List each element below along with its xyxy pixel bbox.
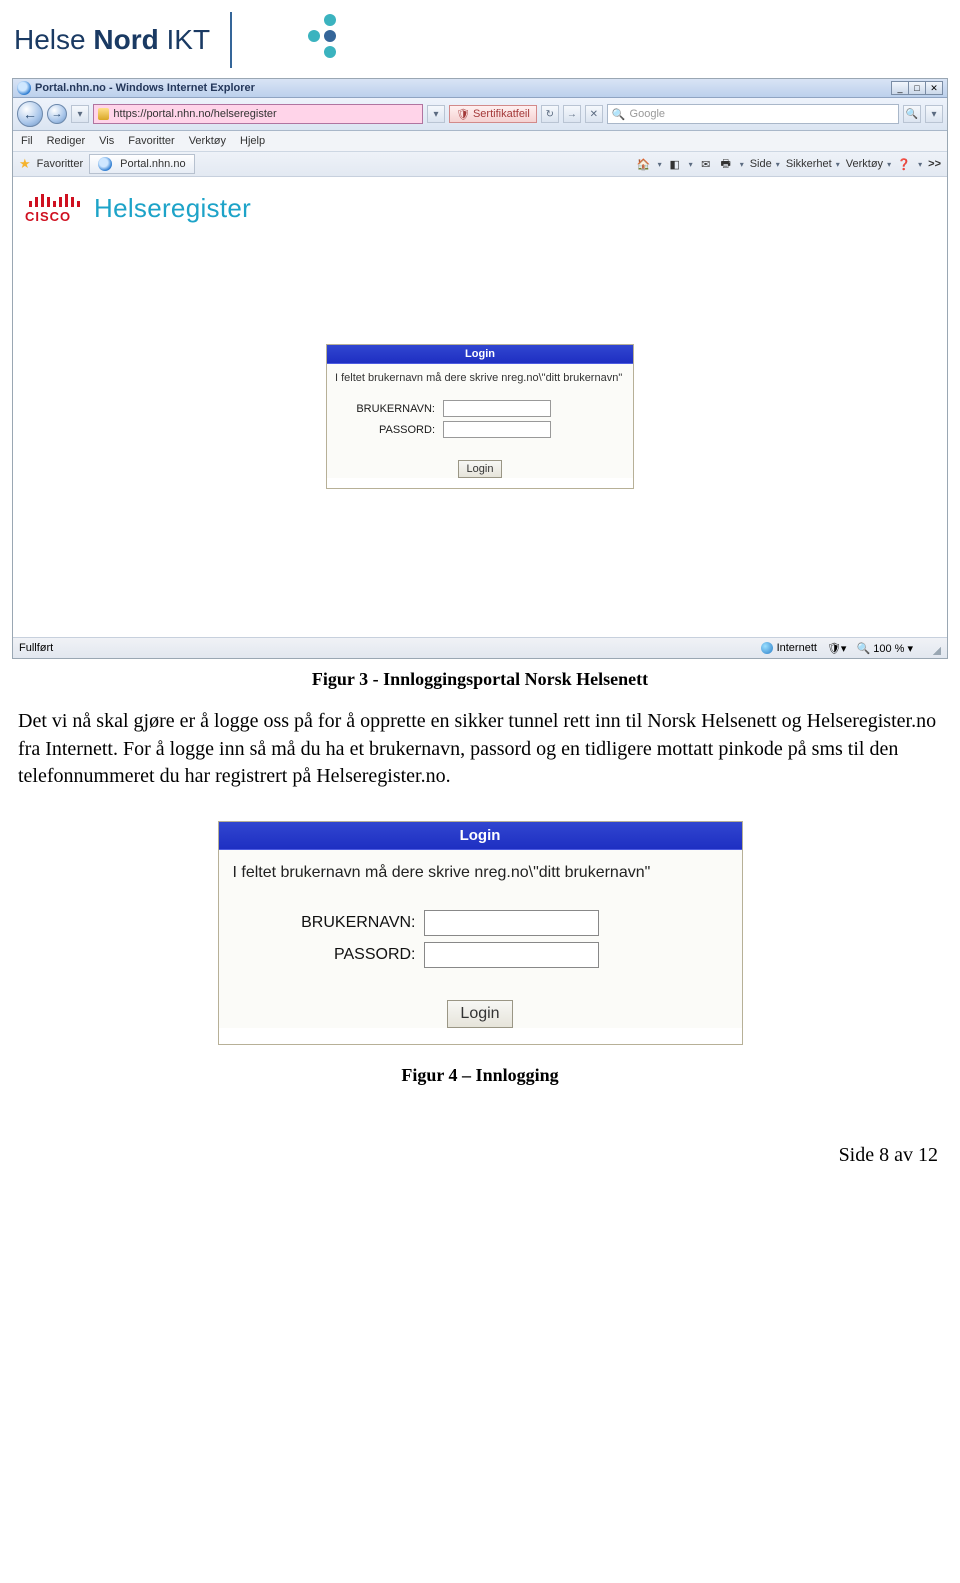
password-label-large: PASSORD: xyxy=(259,946,424,964)
certificate-error-button[interactable]: 🛡 Sertifikatfeil xyxy=(449,105,537,123)
username-label-large: BRUKERNAVN: xyxy=(259,914,424,932)
protected-mode-icon: 🛡▾ xyxy=(827,642,847,655)
brand-logo: Helse Nord IKT xyxy=(14,24,210,56)
menu-bar: Fil Rediger Vis Favoritter Verktøy Hjelp xyxy=(13,131,947,152)
login-title-large: Login xyxy=(219,822,742,850)
search-icon: 🔍 xyxy=(612,108,630,121)
browser-tab[interactable]: Portal.nhn.no xyxy=(89,154,194,174)
maximize-button[interactable]: □ xyxy=(908,81,926,95)
password-input[interactable] xyxy=(443,421,551,438)
minimize-button[interactable]: _ xyxy=(891,81,909,95)
security-zone: Internett xyxy=(761,642,817,654)
feeds-icon[interactable]: ◧ xyxy=(668,157,682,171)
mail-icon[interactable]: ✉ xyxy=(699,157,713,171)
login-title: Login xyxy=(327,345,633,364)
forward-button[interactable]: → xyxy=(47,104,67,124)
search-go-button[interactable]: 🔍 xyxy=(903,105,921,123)
menu-fil[interactable]: Fil xyxy=(21,135,33,147)
zoom-control[interactable]: 🔍 100 % ▾ xyxy=(856,642,913,655)
nav-bar: ← → ▾ ▾ 🛡 Sertifikatfeil ↻ → ✕ 🔍 Google … xyxy=(13,98,947,131)
search-options-button[interactable]: ▾ xyxy=(925,105,943,123)
address-input[interactable] xyxy=(113,108,418,120)
page-content: CISCO Helseregister Login I feltet bruke… xyxy=(13,177,947,637)
zone-label: Internett xyxy=(777,642,817,654)
brand-text-3: IKT xyxy=(159,24,210,55)
certificate-error-label: Sertifikatfeil xyxy=(473,108,530,120)
password-label: PASSORD: xyxy=(347,424,443,436)
brand-text-2: Nord xyxy=(93,24,158,55)
search-box[interactable]: 🔍 Google xyxy=(607,104,899,124)
address-bar[interactable] xyxy=(93,104,423,124)
favorites-bar: ★ Favoritter Portal.nhn.no 🏠▾ ◧▾ ✉ 🖶▾ Si… xyxy=(13,152,947,177)
tab-label: Portal.nhn.no xyxy=(120,158,185,170)
login-button-large[interactable]: Login xyxy=(447,1000,512,1028)
brand-divider xyxy=(230,12,232,68)
figure-3-caption: Figur 3 - Innloggingsportal Norsk Helsen… xyxy=(0,669,960,690)
close-button[interactable]: ✕ xyxy=(925,81,943,95)
page-header: CISCO Helseregister xyxy=(25,193,935,224)
status-text: Fullført xyxy=(19,642,53,654)
document-header: Helse Nord IKT xyxy=(0,0,960,78)
menu-favoritter[interactable]: Favoritter xyxy=(128,135,174,147)
page-title: Helseregister xyxy=(94,193,251,224)
go-button[interactable]: → xyxy=(563,105,581,123)
login-instruction: I feltet brukernavn må dere skrive nreg.… xyxy=(327,364,633,394)
window-title: Portal.nhn.no - Windows Internet Explore… xyxy=(35,82,255,94)
username-input-large[interactable] xyxy=(424,910,599,936)
print-icon[interactable]: 🖶 xyxy=(719,157,733,171)
menu-vis[interactable]: Vis xyxy=(99,135,114,147)
help-icon[interactable]: ❓ xyxy=(897,157,911,171)
cisco-text: CISCO xyxy=(25,209,80,224)
ie-icon xyxy=(98,157,112,171)
username-label: BRUKERNAVN: xyxy=(347,403,443,415)
login-box-small: Login I feltet brukernavn må dere skrive… xyxy=(326,344,634,489)
browser-window: Portal.nhn.no - Windows Internet Explore… xyxy=(12,78,948,659)
menu-verktoy[interactable]: Verktøy xyxy=(189,135,226,147)
username-input[interactable] xyxy=(443,400,551,417)
toolbar-verktoy[interactable]: Verktøy ▾ xyxy=(846,158,891,170)
login-button[interactable]: Login xyxy=(458,460,503,478)
ie-icon xyxy=(17,81,31,95)
cisco-logo: CISCO xyxy=(25,194,80,224)
toolbar-side[interactable]: Side ▾ xyxy=(750,158,780,170)
favorites-star-icon[interactable]: ★ xyxy=(19,156,31,172)
figure-4-caption: Figur 4 – Innlogging xyxy=(0,1065,960,1086)
globe-icon xyxy=(761,642,773,654)
history-dropdown-button[interactable]: ▾ xyxy=(71,105,89,123)
body-paragraph: Det vi nå skal gjøre er å logge oss på f… xyxy=(0,708,960,791)
refresh-button[interactable]: ↻ xyxy=(541,105,559,123)
brand-text-1: Helse xyxy=(14,24,93,55)
toolbar-right: 🏠▾ ◧▾ ✉ 🖶▾ Side ▾ Sikkerhet ▾ Verktøy ▾ … xyxy=(637,157,941,171)
home-icon[interactable]: 🏠 xyxy=(637,157,651,171)
menu-rediger[interactable]: Rediger xyxy=(47,135,86,147)
lock-icon xyxy=(98,108,109,120)
status-bar: Fullført Internett 🛡▾ 🔍 100 % ▾ xyxy=(13,637,947,658)
login-instruction-large: I feltet brukernavn må dere skrive nreg.… xyxy=(219,850,742,900)
back-button[interactable]: ← xyxy=(17,101,43,127)
brand-dots-icon xyxy=(286,10,346,70)
window-buttons: _ □ ✕ xyxy=(892,81,943,95)
login-box-large: Login I feltet brukernavn må dere skrive… xyxy=(218,821,743,1045)
resize-grip[interactable] xyxy=(927,641,941,655)
titlebar: Portal.nhn.no - Windows Internet Explore… xyxy=(13,79,947,98)
menu-hjelp[interactable]: Hjelp xyxy=(240,135,265,147)
favorites-label[interactable]: Favoritter xyxy=(37,158,83,170)
stop-button[interactable]: ✕ xyxy=(585,105,603,123)
address-dropdown-button[interactable]: ▾ xyxy=(427,105,445,123)
toolbar-sikkerhet[interactable]: Sikkerhet ▾ xyxy=(786,158,840,170)
search-placeholder: Google xyxy=(630,108,665,120)
page-footer: Side 8 av 12 xyxy=(0,1104,960,1187)
shield-icon: 🛡 xyxy=(456,108,470,121)
toolbar-more[interactable]: >> xyxy=(928,158,941,170)
password-input-large[interactable] xyxy=(424,942,599,968)
